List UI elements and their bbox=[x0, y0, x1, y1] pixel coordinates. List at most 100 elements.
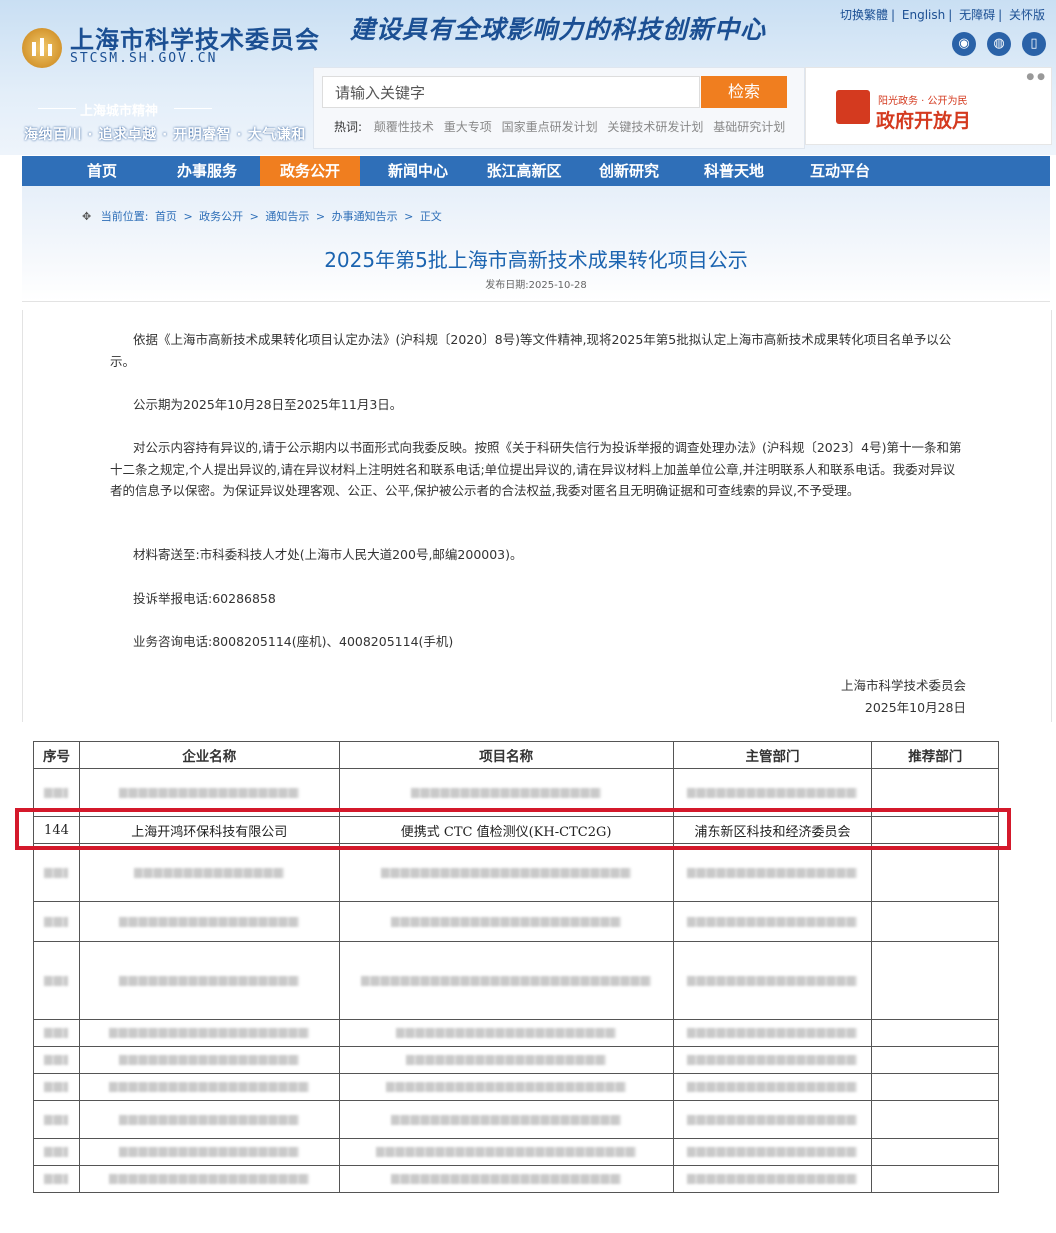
redacted-text bbox=[119, 787, 300, 798]
weibo-icon[interactable]: ◉ bbox=[952, 32, 976, 56]
breadcrumb-item[interactable]: 首页 bbox=[155, 210, 177, 223]
breadcrumb-item[interactable]: 办事通知告示 bbox=[332, 210, 398, 223]
nav-item-news[interactable]: 新闻中心 bbox=[368, 156, 468, 186]
redacted-text bbox=[687, 1174, 858, 1184]
site-name[interactable]: 上海市科学技术委员会 bbox=[70, 20, 320, 55]
col-header-project: 项目名称 bbox=[338, 741, 674, 769]
paragraph: 依据《上海市高新技术成果转化项目认定办法》(沪科规〔2020〕8号)等文件精神,… bbox=[110, 332, 952, 369]
redacted-text bbox=[44, 1055, 69, 1065]
redacted-text bbox=[391, 916, 622, 927]
redacted-text bbox=[687, 975, 858, 986]
spirit-divider-left bbox=[38, 108, 76, 109]
redacted-text bbox=[119, 1055, 300, 1065]
col-header-recommender: 推荐部门 bbox=[871, 741, 999, 769]
col-header-department: 主管部门 bbox=[672, 741, 873, 769]
nav-item-home[interactable]: 首页 bbox=[52, 156, 152, 186]
location-icon: ✥ bbox=[82, 210, 92, 223]
redacted-text bbox=[391, 1174, 622, 1184]
nav-item-gov-affairs[interactable]: 政务公开 bbox=[260, 156, 360, 186]
shanghai-gov-logo-icon bbox=[836, 90, 870, 124]
redacted-text bbox=[119, 975, 300, 986]
nav-item-services[interactable]: 办事服务 bbox=[157, 156, 257, 186]
publish-date: 发布日期:2025-10-28 bbox=[485, 280, 587, 291]
redacted-text bbox=[687, 787, 858, 798]
table-row-redacted bbox=[33, 843, 999, 902]
nav-item-zhangjiang[interactable]: 张江高新区 bbox=[474, 156, 574, 186]
redacted-text bbox=[119, 1114, 300, 1125]
site-logo-icon[interactable] bbox=[22, 28, 62, 68]
redacted-text bbox=[44, 916, 69, 927]
link-traditional[interactable]: 切换繁體 bbox=[840, 8, 888, 22]
top-links: 切换繁體 | English | 无障碍 | 关怀版 bbox=[840, 8, 1045, 22]
redacted-text bbox=[396, 1028, 617, 1038]
redacted-text bbox=[381, 867, 632, 878]
highlight-frame bbox=[15, 808, 1011, 850]
wechat-icon[interactable]: ◍ bbox=[987, 32, 1011, 56]
breadcrumb-separator: > bbox=[183, 210, 193, 223]
redacted-text bbox=[44, 787, 69, 798]
redacted-text bbox=[44, 1114, 69, 1125]
redacted-text bbox=[44, 1082, 69, 1092]
redacted-text bbox=[44, 1174, 69, 1184]
hot-word[interactable]: 关键技术研发计划 bbox=[607, 120, 703, 134]
search-input[interactable]: 请输入关键字 bbox=[322, 76, 700, 108]
main-nav: 首页 办事服务 政务公开 新闻中心 张江高新区 创新研究 科普天地 互动平台 bbox=[22, 156, 1050, 186]
redacted-text bbox=[134, 867, 285, 878]
redacted-text bbox=[391, 1114, 622, 1125]
redacted-text bbox=[119, 916, 300, 927]
city-spirit-text: 海纳百川 · 追求卓越 · 开明睿智 · 大气谦和 bbox=[24, 127, 306, 143]
nav-item-science[interactable]: 科普天地 bbox=[684, 156, 784, 186]
table-row-redacted bbox=[33, 941, 999, 1020]
breadcrumb-label: 当前位置: bbox=[100, 210, 149, 223]
breadcrumb: ✥ 当前位置: 首页 > 政务公开 > 通知告示 > 办事通知告示 > 正文 bbox=[82, 208, 445, 224]
hot-words-label: 热词: bbox=[334, 120, 363, 134]
hot-word[interactable]: 基础研究计划 bbox=[713, 120, 785, 134]
redacted-text bbox=[687, 1055, 858, 1065]
breadcrumb-separator: > bbox=[404, 210, 414, 223]
redacted-text bbox=[687, 916, 858, 927]
table-row-redacted bbox=[33, 901, 999, 942]
banner-small-text: 阳光政务 · 公开为民 bbox=[878, 96, 968, 107]
table-row-redacted bbox=[33, 1165, 999, 1193]
hot-word[interactable]: 国家重点研发计划 bbox=[502, 120, 598, 134]
redacted-text bbox=[109, 1174, 310, 1184]
redacted-text bbox=[687, 1082, 858, 1092]
hot-word[interactable]: 颠覆性技术 bbox=[374, 120, 434, 134]
redacted-text bbox=[44, 867, 69, 878]
redacted-text bbox=[361, 975, 652, 986]
open-month-banner[interactable]: ● ● 阳光政务 · 公开为民 政府开放月 bbox=[805, 67, 1052, 145]
link-accessibility[interactable]: 无障碍 bbox=[959, 8, 995, 22]
paragraph: 投诉举报电话:60286858 bbox=[133, 591, 276, 606]
redacted-text bbox=[44, 975, 69, 986]
mobile-icon[interactable]: ▯ bbox=[1022, 32, 1046, 56]
paragraph: 业务咨询电话:8008205114(座机)、4008205114(手机) bbox=[133, 634, 454, 649]
paragraph: 对公示内容持有异议的,请于公示期内以书面形式向我委反映。按照《关于科研失信行为投… bbox=[110, 440, 962, 498]
breadcrumb-item[interactable]: 通知告示 bbox=[265, 210, 309, 223]
redacted-text bbox=[386, 1082, 627, 1092]
search-button[interactable]: 检索 bbox=[701, 76, 787, 108]
link-english[interactable]: English bbox=[902, 8, 945, 22]
redacted-text bbox=[411, 787, 602, 798]
spirit-divider-right bbox=[174, 108, 212, 109]
link-care-version[interactable]: 关怀版 bbox=[1009, 8, 1045, 22]
carousel-dots-icon[interactable]: ● ● bbox=[1026, 72, 1045, 82]
article-title: 2025年第5批上海市高新技术成果转化项目公示 bbox=[324, 248, 748, 272]
table-row-redacted bbox=[33, 1138, 999, 1166]
site-domain: STCSM.SH.GOV.CN bbox=[70, 51, 218, 66]
table-header-row: 序号 企业名称 项目名称 主管部门 推荐部门 bbox=[33, 741, 999, 769]
redacted-text bbox=[687, 1147, 858, 1157]
paragraph: 公示期为2025年10月28日至2025年11月3日。 bbox=[133, 397, 403, 412]
nav-item-innovation[interactable]: 创新研究 bbox=[579, 156, 679, 186]
breadcrumb-item[interactable]: 政务公开 bbox=[199, 210, 243, 223]
col-header-index: 序号 bbox=[33, 741, 80, 769]
redacted-text bbox=[376, 1147, 637, 1157]
signature-org: 上海市科学技术委员会 bbox=[840, 678, 966, 693]
redacted-text bbox=[44, 1028, 69, 1038]
redacted-text bbox=[687, 867, 858, 878]
hot-word[interactable]: 重大专项 bbox=[444, 120, 492, 134]
city-spirit-title: 上海城市精神 bbox=[80, 104, 159, 119]
redacted-text bbox=[109, 1028, 310, 1038]
table-row-redacted bbox=[33, 1046, 999, 1074]
redacted-text bbox=[44, 1147, 69, 1157]
nav-item-interaction[interactable]: 互动平台 bbox=[790, 156, 890, 186]
